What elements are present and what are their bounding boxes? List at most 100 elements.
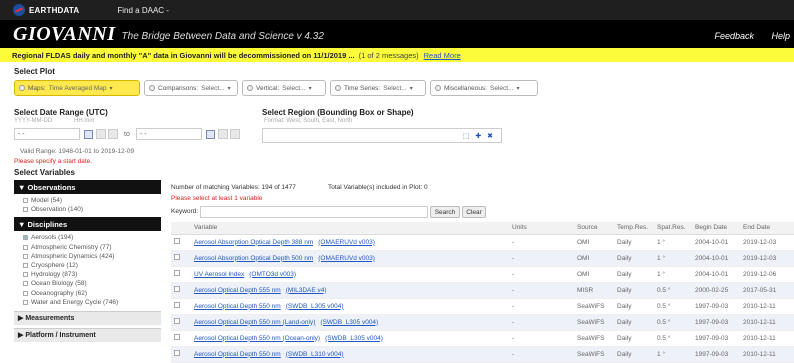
variable-name-link[interactable]: Aerosol Optical Depth 550 nm (Land-only) bbox=[194, 319, 315, 326]
vertical-selected: Select... bbox=[282, 84, 306, 92]
read-more-link[interactable]: Read More bbox=[424, 51, 461, 60]
variable-short-name-link[interactable]: (SWDB_L305 v004) bbox=[320, 319, 378, 326]
table-row[interactable]: Aerosol Absorption Optical Depth 500 nm (… bbox=[171, 250, 794, 267]
variable-short-name-link[interactable]: (MIL3DAE v4) bbox=[286, 287, 327, 294]
table-row[interactable]: Aerosol Optical Depth 550 nm (Land-only)… bbox=[171, 314, 794, 331]
checkbox-icon[interactable] bbox=[174, 302, 180, 308]
variable-name-link[interactable]: Aerosol Optical Depth 550 nm (Ocean-only… bbox=[194, 335, 320, 342]
region-format-hint: Format: West, South, East, North bbox=[264, 118, 353, 124]
feedback-link[interactable]: Feedback bbox=[714, 31, 754, 41]
variable-short-name-link[interactable]: (SWDB_L305 v004) bbox=[325, 335, 383, 342]
variable-short-name-link[interactable]: (SWDB_L310 v004) bbox=[286, 351, 344, 358]
variable-name-link[interactable]: Aerosol Absorption Optical Depth 500 nm bbox=[194, 255, 313, 262]
observations-header[interactable]: ▼ Observations bbox=[14, 180, 161, 194]
calendar-icon[interactable] bbox=[84, 130, 93, 139]
table-row[interactable]: UV Aerosol Index (OMTO3d v003) - OMI Dail… bbox=[171, 266, 794, 283]
facet-item[interactable]: Water and Energy Cycle (746) bbox=[14, 298, 161, 307]
table-row[interactable]: Aerosol Absorption Optical Depth 388 nm (… bbox=[171, 234, 794, 251]
variable-name-link[interactable]: Aerosol Optical Depth 555 nm bbox=[194, 287, 281, 294]
end-hour-input[interactable] bbox=[218, 129, 228, 139]
variable-short-name-link[interactable]: (SWDB_L305 v004) bbox=[286, 303, 344, 310]
column-header[interactable]: Source bbox=[574, 222, 614, 235]
facet-item[interactable]: Ocean Biology (58) bbox=[14, 279, 161, 288]
variable-name-link[interactable]: Aerosol Optical Depth 550 nm bbox=[194, 351, 281, 358]
variable-short-name-link[interactable]: (OMTO3d v003) bbox=[249, 271, 296, 278]
checkbox-icon[interactable] bbox=[23, 253, 28, 259]
table-row[interactable]: Aerosol Optical Depth 550 nm (SWDB_L310 v… bbox=[171, 346, 794, 363]
facet-item[interactable]: Model (54) bbox=[14, 196, 161, 205]
variable-short-name-link[interactable]: (OMAERUVd v003) bbox=[318, 239, 375, 246]
table-row[interactable]: Aerosol Optical Depth 550 nm (Ocean-only… bbox=[171, 330, 794, 347]
start-minute-input[interactable] bbox=[108, 129, 118, 139]
column-header[interactable]: Begin Date bbox=[692, 222, 740, 235]
end-date-cell: 2010-12-11 bbox=[740, 346, 794, 363]
calendar-icon[interactable] bbox=[206, 130, 215, 139]
facet-item[interactable]: Cryosphere (12) bbox=[14, 261, 161, 270]
time-series-label: Time Series: bbox=[344, 84, 381, 92]
app-title[interactable]: GIOVANNI bbox=[13, 23, 116, 46]
temp-res-cell: Daily bbox=[614, 346, 654, 363]
facet-item[interactable]: Atmospheric Dynamics (424) bbox=[14, 252, 161, 261]
time-series-dropdown[interactable]: Time Series: Select... ▾ bbox=[330, 80, 426, 96]
start-date-input[interactable]: - - bbox=[14, 128, 80, 140]
checkbox-icon[interactable] bbox=[174, 334, 180, 340]
facet-item[interactable]: Oceanography (62) bbox=[14, 289, 161, 298]
begin-date-cell: 1997-09-03 bbox=[692, 346, 740, 363]
select-column-header bbox=[171, 222, 191, 235]
checkbox-icon[interactable] bbox=[23, 272, 28, 278]
variable-name-link[interactable]: Aerosol Optical Depth 550 nm bbox=[194, 303, 281, 310]
miscellaneous-dropdown[interactable]: Miscellaneous: Select... ▾ bbox=[430, 80, 538, 96]
end-minute-input[interactable] bbox=[230, 129, 240, 139]
column-header[interactable]: Units bbox=[509, 222, 574, 235]
checkbox-icon[interactable] bbox=[174, 270, 180, 276]
column-header[interactable]: End Date bbox=[740, 222, 794, 235]
find-daac-menu[interactable]: Find a DAAC - bbox=[117, 6, 169, 15]
checkbox-icon[interactable] bbox=[23, 244, 28, 250]
column-header[interactable]: Temp.Res. bbox=[614, 222, 654, 235]
checkbox-icon[interactable] bbox=[23, 281, 28, 287]
date-format-hint: YYYY-MM-DD bbox=[14, 118, 53, 124]
facet-item[interactable]: Atmospheric Chemistry (77) bbox=[14, 243, 161, 252]
column-header[interactable]: Variable bbox=[191, 222, 509, 235]
chevron-down-icon: ▾ bbox=[308, 85, 312, 92]
measurements-header[interactable]: ▶ Measurements bbox=[14, 310, 161, 325]
disciplines-header[interactable]: ▼ Disciplines bbox=[14, 217, 161, 232]
checkbox-icon[interactable] bbox=[174, 286, 180, 292]
checkbox-icon[interactable] bbox=[23, 207, 28, 213]
column-header[interactable]: Spat.Res. bbox=[654, 222, 692, 235]
maps-dropdown[interactable]: Maps: Time Averaged Map ▾ bbox=[14, 80, 140, 96]
vertical-label: Vertical: bbox=[256, 84, 280, 92]
nasa-logo-icon[interactable] bbox=[13, 4, 25, 16]
platform-header[interactable]: ▶ Platform / Instrument bbox=[14, 327, 161, 342]
checkbox-icon[interactable] bbox=[174, 238, 180, 244]
checkbox-icon[interactable] bbox=[23, 299, 28, 305]
checkbox-checked-icon[interactable] bbox=[23, 235, 28, 241]
checkbox-icon[interactable] bbox=[23, 290, 28, 296]
app-tagline: The Bridge Between Data and Science v 4.… bbox=[121, 31, 324, 42]
checkbox-icon[interactable] bbox=[23, 198, 28, 204]
search-button[interactable]: Search bbox=[430, 206, 460, 218]
region-tool-icons[interactable]: ⬚ ✚ ✖ bbox=[463, 132, 495, 140]
table-row[interactable]: Aerosol Optical Depth 555 nm (MIL3DAE v4)… bbox=[171, 282, 794, 299]
region-bbox-input[interactable]: ⬚ ✚ ✖ bbox=[262, 128, 502, 143]
comparisons-dropdown[interactable]: Comparisons: Select... ▾ bbox=[144, 80, 238, 96]
start-hour-input[interactable] bbox=[96, 129, 106, 139]
clear-button[interactable]: Clear bbox=[462, 206, 486, 218]
facet-item[interactable]: Hydrology (873) bbox=[14, 270, 161, 279]
checkbox-icon[interactable] bbox=[174, 318, 180, 324]
table-row[interactable]: Aerosol Optical Depth 550 nm (SWDB_L305 v… bbox=[171, 298, 794, 315]
end-date-input[interactable]: - - bbox=[136, 128, 202, 140]
vertical-dropdown[interactable]: Vertical: Select... ▾ bbox=[242, 80, 326, 96]
facet-label: Aerosols (194) bbox=[31, 234, 74, 242]
earthdata-brand[interactable]: EARTHDATA bbox=[29, 6, 79, 15]
keyword-input[interactable] bbox=[200, 206, 428, 218]
help-link[interactable]: Help bbox=[771, 31, 790, 41]
variable-name-link[interactable]: Aerosol Absorption Optical Depth 388 nm bbox=[194, 239, 313, 246]
date-error-text: Please specify a start date. bbox=[14, 158, 93, 165]
facet-item[interactable]: Aerosols (194) bbox=[14, 233, 161, 242]
checkbox-icon[interactable] bbox=[23, 263, 28, 269]
checkbox-icon[interactable] bbox=[174, 254, 180, 260]
facet-item[interactable]: Observation (140) bbox=[14, 205, 161, 214]
variable-name-link[interactable]: UV Aerosol Index bbox=[194, 271, 244, 278]
variable-short-name-link[interactable]: (OMAERUVd v003) bbox=[318, 255, 375, 262]
